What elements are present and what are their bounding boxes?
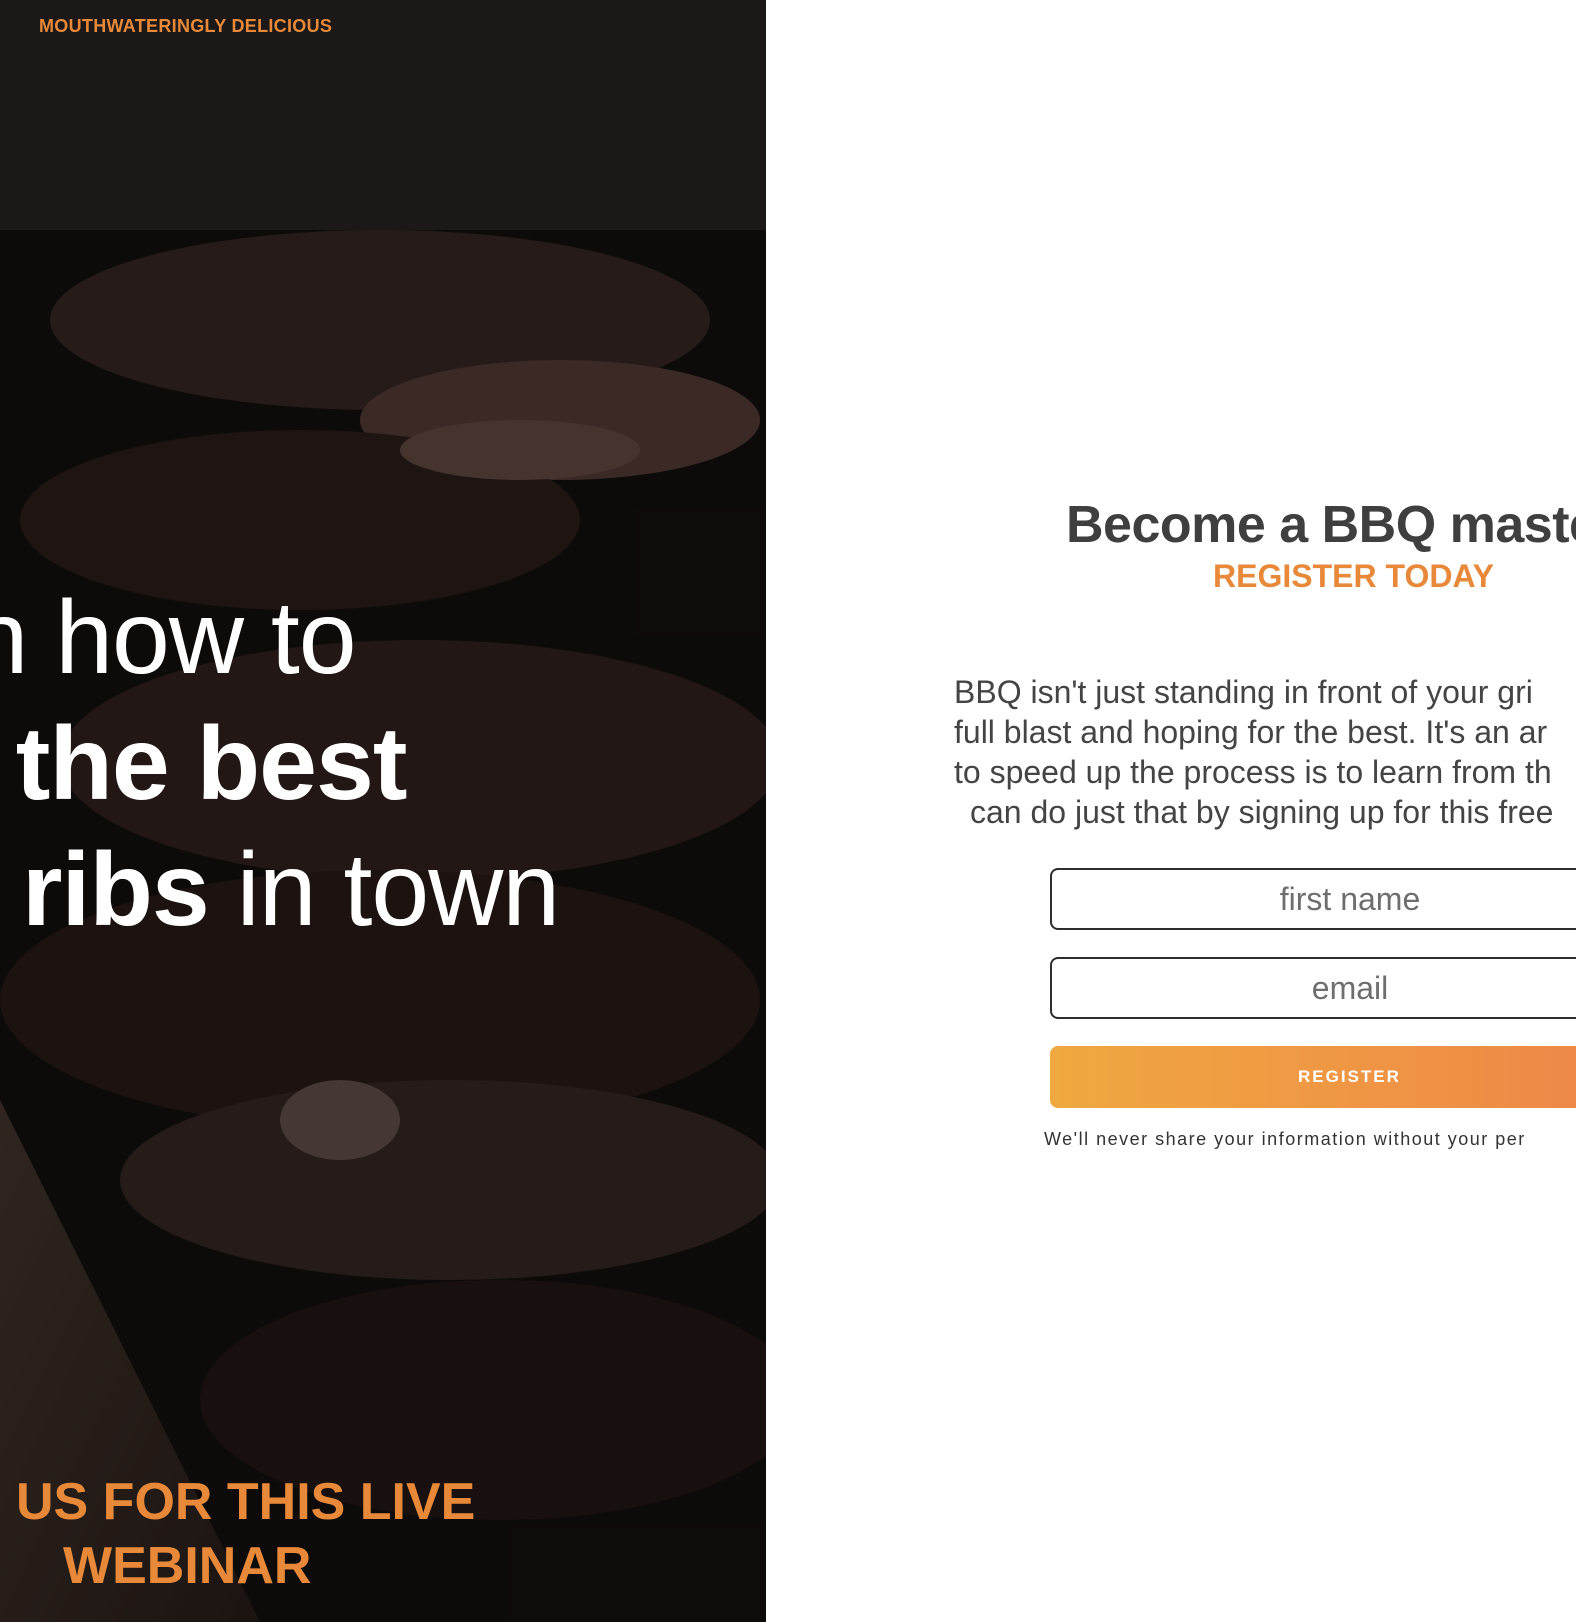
eyebrow-label: MOUTHWATERINGLY DELICIOUS <box>39 16 333 36</box>
webinar-cta-line-2: WEBINAR <box>63 1537 312 1595</box>
privacy-note: We'll never share your information witho… <box>1044 1129 1526 1149</box>
headline-line-2-regular: ke <box>0 706 16 822</box>
hero-headline: arn how to ke the best ribs in town <box>0 575 766 953</box>
register-button[interactable]: REGISTER <box>1050 1046 1576 1108</box>
registration-panel: Become a BBQ maste REGISTER TODAY BBQ is… <box>766 0 1576 1622</box>
description-line: BBQ isn't just standing in front of your… <box>954 674 1533 710</box>
hero-panel: MOUTHWATERINGLY DELICIOUS arn how to ke … <box>0 0 766 1622</box>
headline-line-3: ribs in town <box>0 827 766 953</box>
form-description: BBQ isn't just standing in front of your… <box>954 672 1576 832</box>
headline-line-2: ke the best <box>0 701 766 827</box>
first-name-input[interactable] <box>1050 868 1576 930</box>
description-line: to speed up the process is to learn from… <box>954 754 1552 790</box>
description-line: can do just that by signing up for this … <box>970 794 1554 830</box>
form-subtitle: REGISTER TODAY <box>1213 558 1494 594</box>
webinar-cta: N US FOR THIS LIVE WEBINAR <box>0 1470 475 1598</box>
headline-line-3-bold: ribs <box>22 832 210 948</box>
email-input[interactable] <box>1050 957 1576 1019</box>
description-line: full blast and hoping for the best. It's… <box>954 714 1548 750</box>
headline-line-3-regular: in town <box>208 832 561 948</box>
form-title: Become a BBQ maste <box>1066 496 1576 554</box>
webinar-cta-line-1: N US FOR THIS LIVE <box>0 1473 476 1531</box>
headline-line-2-bold: the best <box>15 706 408 822</box>
headline-line-1: arn how to <box>0 580 357 696</box>
